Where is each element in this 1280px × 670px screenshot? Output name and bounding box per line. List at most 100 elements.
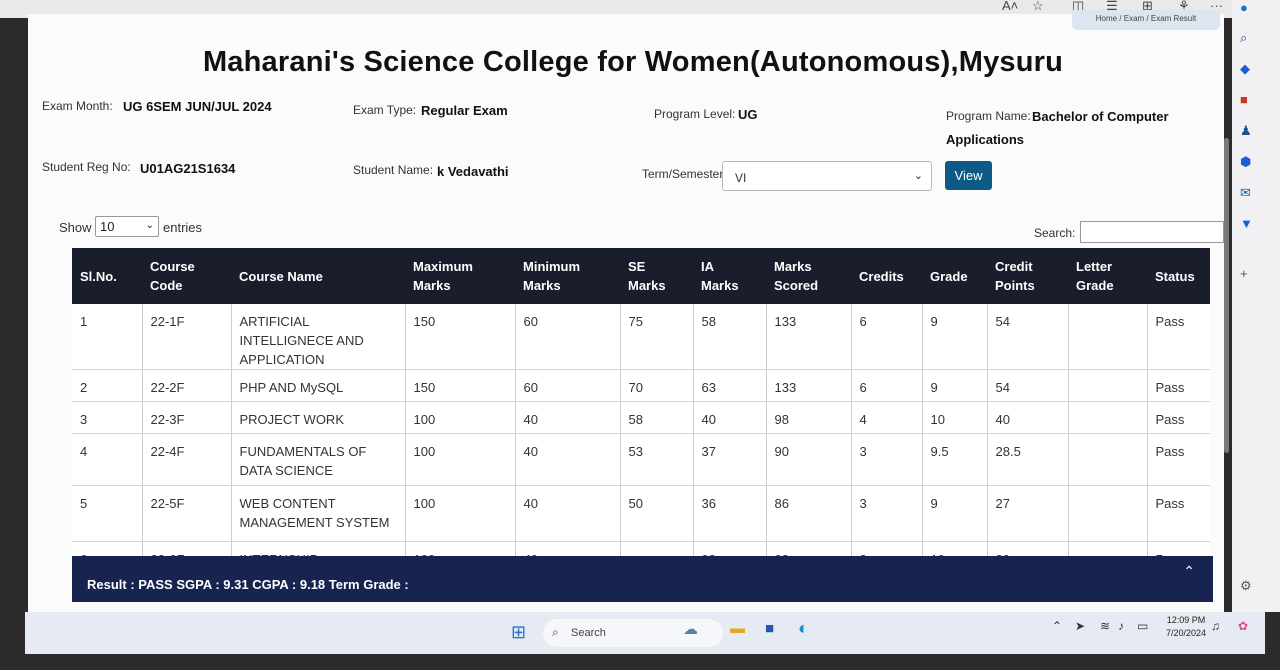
column-header[interactable]: Marks Scored <box>766 248 851 304</box>
column-header[interactable]: SE Marks <box>620 248 693 304</box>
term-semester-select[interactable]: VI ⌄ <box>722 161 932 191</box>
cell-course-code: 22-5F <box>142 485 232 542</box>
wifi-icon[interactable]: ≋ <box>1100 619 1110 633</box>
student-name-value: k Vedavathi <box>437 164 509 179</box>
program-level-label: Program Level: <box>654 107 736 121</box>
column-header[interactable]: Letter Grade <box>1068 248 1147 304</box>
search-input[interactable] <box>1080 221 1224 243</box>
cell-sl-no: 4 <box>72 433 143 486</box>
settings-gear-icon[interactable]: ⚙ <box>1240 578 1252 594</box>
clock-date: 7/20/2024 <box>1166 628 1207 638</box>
column-header[interactable]: Course Code <box>142 248 231 304</box>
cell-letter-grade <box>1068 369 1148 402</box>
program-name-value-line1: Bachelor of Computer <box>1032 109 1169 124</box>
cell-marks-scored: 86 <box>766 485 852 542</box>
cell-letter-grade <box>1068 485 1148 542</box>
column-header[interactable]: IA Marks <box>693 248 766 304</box>
term-semester-selected: VI <box>735 171 747 185</box>
shopping-tag-icon[interactable]: ◆ <box>1240 61 1250 77</box>
cell-min-marks: 60 <box>515 369 621 402</box>
show-hidden-icons-icon[interactable]: ⌃ <box>1052 619 1062 633</box>
cell-max-marks: 100 <box>405 485 516 542</box>
program-name-label: Program Name: <box>946 109 1031 123</box>
location-arrow-icon[interactable]: ➤ <box>1075 619 1085 633</box>
cell-ia-marks: 58 <box>693 304 767 370</box>
cell-sl-no: 1 <box>72 304 143 370</box>
cell-min-marks: 40 <box>515 401 621 434</box>
exam-type-label: Exam Type: <box>353 103 417 117</box>
cell-grade: 9 <box>922 485 988 542</box>
cell-se-marks: 58 <box>620 401 694 434</box>
cell-ia-marks: 40 <box>693 401 767 434</box>
favorite-star-icon[interactable]: ☆ <box>1032 0 1044 14</box>
copilot-icon[interactable]: ● <box>1240 0 1248 15</box>
store-icon[interactable]: ■ <box>765 620 774 637</box>
table-row: 2 22-2F PHP AND MySQL 150 60 70 63 133 6… <box>72 369 1210 402</box>
column-header[interactable]: Credit Points <box>987 248 1068 304</box>
cell-min-marks: 60 <box>515 304 621 370</box>
term-semester-label: Term/Semester: <box>642 167 727 181</box>
shopping-cart-icon[interactable]: ▼ <box>1240 216 1253 231</box>
cell-marks-scored: 133 <box>766 304 852 370</box>
taskbar-clock[interactable]: 12:09 PM 7/20/2024 <box>1166 614 1206 640</box>
edge-browser-icon[interactable]: ◐ <box>798 618 809 639</box>
cell-min-marks: 40 <box>515 433 621 486</box>
office-icon[interactable]: ⬢ <box>1240 154 1251 170</box>
volume-icon[interactable]: ♪ <box>1118 619 1124 633</box>
cell-grade: 10 <box>922 401 988 434</box>
student-name-label: Student Name: <box>353 163 434 177</box>
cell-status: Pass <box>1147 433 1210 486</box>
column-header[interactable]: Course Name <box>231 248 405 304</box>
outlook-icon[interactable]: ✉ <box>1240 185 1251 201</box>
entries-select[interactable]: 10 ⌄ <box>95 216 159 237</box>
cell-ia-marks: 63 <box>693 369 767 402</box>
cell-credit-points: 28.5 <box>987 433 1069 486</box>
column-header[interactable]: Sl.No. <box>72 248 142 304</box>
college-title: Maharani's Science College for Women(Aut… <box>202 46 1064 78</box>
column-header[interactable]: Minimum Marks <box>515 248 620 304</box>
copilot-taskbar-icon[interactable]: ✿ <box>1238 619 1248 633</box>
tools-briefcase-icon[interactable]: ■ <box>1240 92 1248 107</box>
cell-sl-no: 5 <box>72 485 143 542</box>
cell-sl-no: 2 <box>72 369 143 402</box>
add-plus-icon[interactable]: + <box>1240 266 1248 281</box>
windows-start-icon[interactable]: ⊞ <box>511 622 526 643</box>
exam-month-label: Exam Month: <box>42 99 113 113</box>
column-header[interactable]: Status <box>1147 248 1210 304</box>
table-row: 5 22-5F WEB CONTENT MANAGEMENT SYSTEM 10… <box>72 485 1210 542</box>
cell-course-code: 22-4F <box>142 433 232 486</box>
cell-max-marks: 150 <box>405 369 516 402</box>
view-button[interactable]: View <box>945 161 992 190</box>
cell-course-code: 22-1F <box>142 304 232 370</box>
show-label: Show <box>59 220 92 235</box>
read-aloud-icon[interactable]: A˄ <box>1002 0 1018 13</box>
cell-status: Pass <box>1147 401 1210 434</box>
search-icon[interactable]: ⌕ <box>1240 30 1247 46</box>
cell-credit-points: 54 <box>987 304 1069 370</box>
cell-credits: 3 <box>851 433 923 486</box>
search-label: Search: <box>1034 226 1076 240</box>
column-header[interactable]: Grade <box>922 248 987 304</box>
table-header-row: Sl.No. Course Code Course Name Maximum Mar… <box>72 248 1210 304</box>
result-summary-bar: Result : PASS SGPA : 9.31 CGPA : 9.18 Te… <box>72 556 1213 602</box>
chevron-down-icon: ⌄ <box>913 170 923 182</box>
exam-month-value: UG 6SEM JUN/JUL 2024 <box>123 99 272 114</box>
file-explorer-icon[interactable]: ▬ <box>730 620 745 637</box>
page-scrollbar[interactable] <box>1224 138 1229 453</box>
cell-grade: 9.5 <box>922 433 988 486</box>
cell-course-name: WEB CONTENT MANAGEMENT SYSTEM <box>231 485 406 542</box>
breadcrumb[interactable]: Home / Exam / Exam Result <box>1072 10 1220 30</box>
cell-max-marks: 100 <box>405 433 516 486</box>
program-name-value-line2: Applications <box>946 132 1025 147</box>
column-header[interactable]: Maximum Marks <box>405 248 515 304</box>
clock-time: 12:09 PM <box>1166 615 1206 625</box>
cell-course-name: PHP AND MySQL <box>231 369 406 402</box>
chevron-up-icon[interactable]: ⌃ <box>1183 563 1195 580</box>
column-header[interactable]: Credits <box>851 248 922 304</box>
notification-bell-icon[interactable]: ♫ <box>1211 619 1220 633</box>
weather-widget-icon[interactable]: ☁ <box>683 620 698 638</box>
battery-icon[interactable]: ▭ <box>1137 619 1148 633</box>
cell-course-name: FUNDAMENTALS OF DATA SCIENCE <box>231 433 406 486</box>
games-icon[interactable]: ♟ <box>1240 123 1252 139</box>
cell-max-marks: 150 <box>405 304 516 370</box>
